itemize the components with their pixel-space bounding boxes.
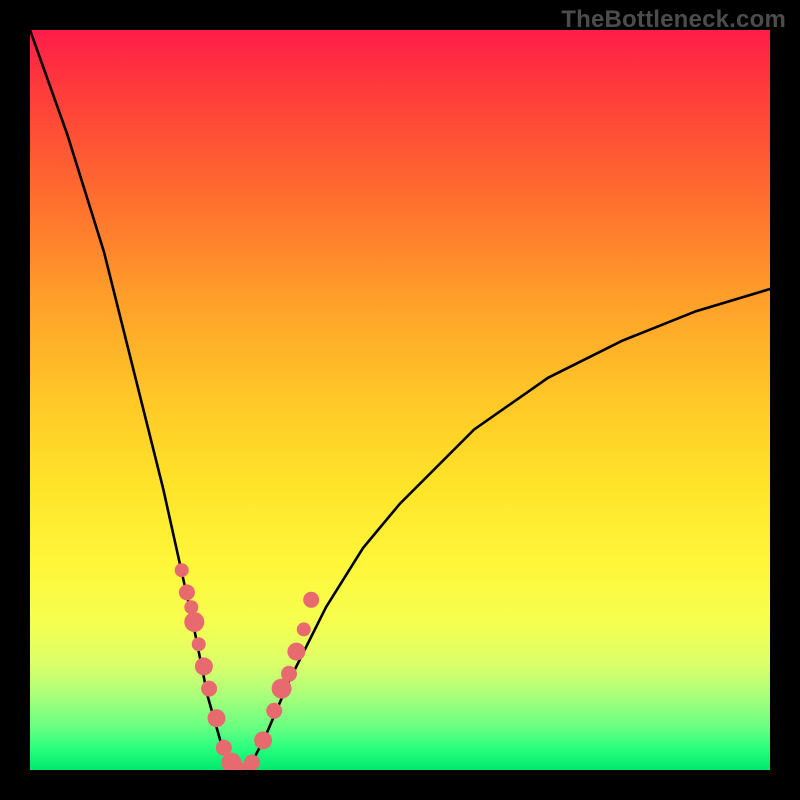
watermark-text: TheBottleneck.com [561, 6, 786, 34]
sample-dot [208, 709, 226, 727]
sample-dot [303, 592, 319, 608]
chart-overlay [30, 30, 770, 770]
sample-dot [184, 612, 204, 632]
sample-dot [184, 600, 198, 614]
sample-dot [244, 755, 260, 770]
sample-dot [179, 584, 195, 600]
sample-dot [175, 563, 189, 577]
sample-dot [192, 637, 206, 651]
sample-dot [266, 703, 282, 719]
plot-area [30, 30, 770, 770]
sample-dot [281, 666, 297, 682]
sample-dot [297, 622, 311, 636]
sample-dot [195, 657, 213, 675]
sample-dot [201, 681, 217, 697]
chart-frame: TheBottleneck.com [0, 0, 800, 800]
sample-dot [287, 643, 305, 661]
bottleneck-curve [30, 30, 770, 770]
sample-dot [254, 731, 272, 749]
